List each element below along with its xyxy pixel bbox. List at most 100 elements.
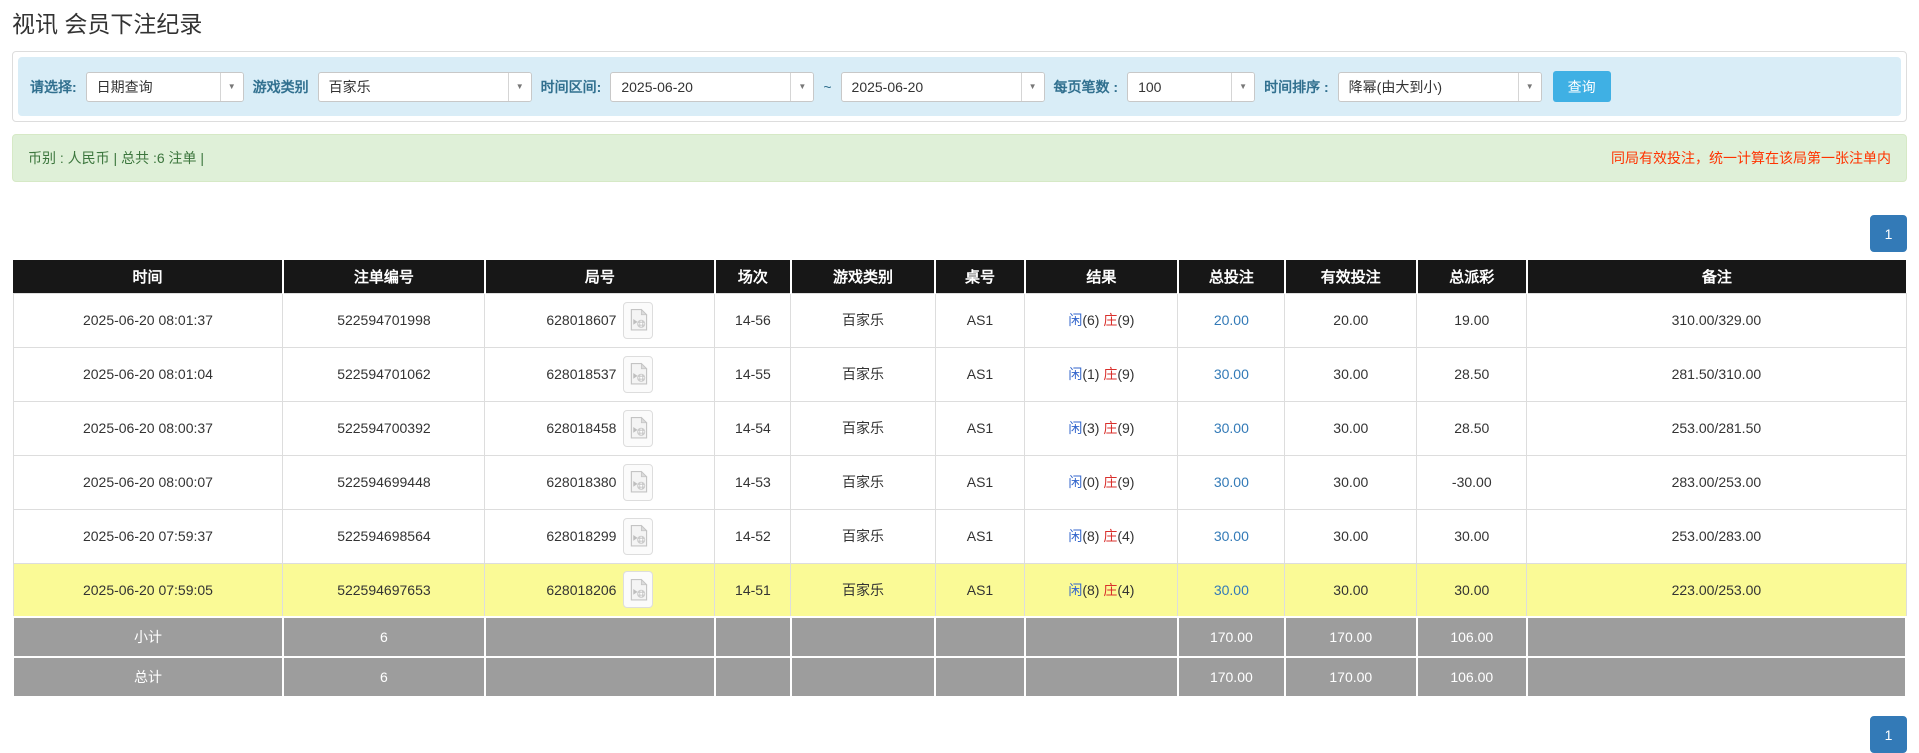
cell-round-id: 628018607 xyxy=(484,292,716,348)
cell-game-type: 百家乐 xyxy=(790,346,936,402)
col-header-round-id: 局号 xyxy=(483,260,715,293)
round-id-text: 628018299 xyxy=(546,528,617,544)
pagination-bottom: 1 xyxy=(12,716,1907,753)
result-banker-label: 庄 xyxy=(1103,581,1118,598)
video-replay-button[interactable] xyxy=(623,301,654,339)
date-from-value: 2025-06-20 xyxy=(621,78,693,95)
video-replay-button[interactable] xyxy=(623,571,654,609)
video-file-icon xyxy=(630,470,648,493)
cell-session: 14-55 xyxy=(714,346,792,402)
game-type-value: 百家乐 xyxy=(328,78,371,95)
cell-payout: -30.00 xyxy=(1416,454,1528,510)
chevron-down-icon[interactable]: ▼ xyxy=(1231,72,1255,101)
grand-total-total-bet: 170.00 xyxy=(1176,656,1286,698)
video-replay-button[interactable] xyxy=(623,355,654,393)
cell-table-no: AS1 xyxy=(934,454,1026,510)
search-button[interactable]: 查询 xyxy=(1552,71,1611,102)
total-bet-link[interactable]: 20.00 xyxy=(1214,312,1249,328)
col-header-session: 场次 xyxy=(713,260,791,293)
chevron-down-icon[interactable]: ▼ xyxy=(1020,72,1044,101)
cell-total-bet: 20.00 xyxy=(1177,292,1286,348)
video-replay-button[interactable] xyxy=(623,409,654,447)
total-bet-link[interactable]: 30.00 xyxy=(1214,474,1249,490)
video-file-icon xyxy=(630,416,648,439)
bet-records-table: 时间 注单编号 局号 场次 游戏类别 桌号 结果 总投注 有效投注 总派彩 备注… xyxy=(12,260,1908,698)
cell-table-no: AS1 xyxy=(934,508,1026,564)
cell-result: 闲(8) 庄(4) xyxy=(1024,508,1179,564)
cell-total-bet: 30.00 xyxy=(1177,562,1286,618)
subtotal-row: 小计 6 170.00 170.00 106.00 xyxy=(12,616,1908,658)
query-type-value: 日期查询 xyxy=(96,78,153,95)
cell-payout: 28.50 xyxy=(1416,346,1528,402)
cell-total-bet: 30.00 xyxy=(1177,400,1286,456)
subtotal-payout: 106.00 xyxy=(1415,616,1528,658)
sort-order-label: 时间排序 : xyxy=(1264,78,1329,95)
cell-time: 2025-06-20 08:01:04 xyxy=(12,346,284,402)
cell-bet-id: 522594699448 xyxy=(282,454,486,510)
game-type-combo[interactable]: 百家乐 ▼ xyxy=(317,71,532,102)
chevron-down-icon[interactable]: ▼ xyxy=(790,72,814,101)
col-header-remark: 备注 xyxy=(1525,260,1906,293)
table-row: 2025-06-20 08:01:37 522594701998 6280186… xyxy=(12,292,1907,348)
total-bet-link[interactable]: 30.00 xyxy=(1214,582,1249,598)
cell-valid-bet: 30.00 xyxy=(1284,454,1418,510)
cell-game-type: 百家乐 xyxy=(790,400,936,456)
table-row: 2025-06-20 08:00:37 522594700392 6280184… xyxy=(12,400,1907,456)
cell-remark: 253.00/283.00 xyxy=(1526,508,1907,564)
cell-time: 2025-06-20 08:00:37 xyxy=(12,400,284,456)
sort-order-combo[interactable]: 降幂(由大到小) ▼ xyxy=(1337,71,1542,102)
cell-round-id: 628018299 xyxy=(484,508,716,564)
range-separator: ~ xyxy=(823,78,832,95)
game-type-label: 游戏类别 xyxy=(252,78,309,95)
result-banker-score: (9) xyxy=(1117,366,1135,382)
total-bet-link[interactable]: 30.00 xyxy=(1214,528,1249,544)
cell-round-id: 628018380 xyxy=(484,454,716,510)
result-player-label: 闲 xyxy=(1068,420,1083,436)
cell-payout: 28.50 xyxy=(1416,400,1528,456)
page-button[interactable]: 1 xyxy=(1870,215,1907,252)
total-bet-link[interactable]: 30.00 xyxy=(1214,366,1249,382)
cell-game-type: 百家乐 xyxy=(790,292,936,348)
cell-time: 2025-06-20 07:59:05 xyxy=(12,562,284,618)
round-id-text: 628018380 xyxy=(546,474,617,490)
date-to-combo[interactable]: 2025-06-20 ▼ xyxy=(840,71,1045,102)
result-banker-label: 庄 xyxy=(1103,528,1118,544)
video-file-icon xyxy=(630,578,648,601)
cell-game-type: 百家乐 xyxy=(790,562,936,618)
grand-total-count: 6 xyxy=(281,656,486,698)
cell-time: 2025-06-20 08:01:37 xyxy=(12,292,284,348)
result-banker-score: (9) xyxy=(1117,474,1135,490)
subtotal-label: 小计 xyxy=(12,616,284,658)
result-banker-score: (4) xyxy=(1117,581,1135,598)
currency-summary-text: 币别 : 人民币 | 总共 :6 注单 | xyxy=(28,150,205,166)
total-bet-link[interactable]: 30.00 xyxy=(1214,420,1249,436)
page-size-combo[interactable]: 100 ▼ xyxy=(1127,71,1256,102)
cell-session: 14-52 xyxy=(714,508,792,564)
video-replay-button[interactable] xyxy=(623,463,654,501)
subtotal-total-bet: 170.00 xyxy=(1176,616,1286,658)
cell-table-no: AS1 xyxy=(934,400,1026,456)
result-player-score: (1) xyxy=(1082,366,1104,382)
cell-valid-bet: 30.00 xyxy=(1284,562,1418,618)
video-replay-button[interactable] xyxy=(623,517,654,555)
col-header-game-type: 游戏类别 xyxy=(789,260,936,293)
cell-table-no: AS1 xyxy=(934,292,1026,348)
cell-valid-bet: 30.00 xyxy=(1284,346,1418,402)
date-from-combo[interactable]: 2025-06-20 ▼ xyxy=(610,71,815,102)
chevron-down-icon[interactable]: ▼ xyxy=(219,72,243,101)
query-type-combo[interactable]: 日期查询 ▼ xyxy=(85,71,244,102)
cell-valid-bet: 30.00 xyxy=(1284,400,1418,456)
cell-result: 闲(1) 庄(9) xyxy=(1024,346,1179,402)
result-banker-label: 庄 xyxy=(1103,366,1118,382)
cell-total-bet: 30.00 xyxy=(1177,346,1286,402)
chevron-down-icon[interactable]: ▼ xyxy=(507,72,531,101)
col-header-time: 时间 xyxy=(13,260,283,293)
page-button[interactable]: 1 xyxy=(1870,716,1907,753)
grand-total-valid-bet: 170.00 xyxy=(1283,656,1418,698)
chevron-down-icon[interactable]: ▼ xyxy=(1517,72,1541,101)
result-player-label: 闲 xyxy=(1068,312,1083,328)
note-text: 同局有效投注，统一计算在该局第一张注单内 xyxy=(1611,150,1891,166)
cell-table-no: AS1 xyxy=(934,346,1026,402)
cell-bet-id: 522594700392 xyxy=(282,400,486,456)
cell-bet-id: 522594701062 xyxy=(282,346,486,402)
